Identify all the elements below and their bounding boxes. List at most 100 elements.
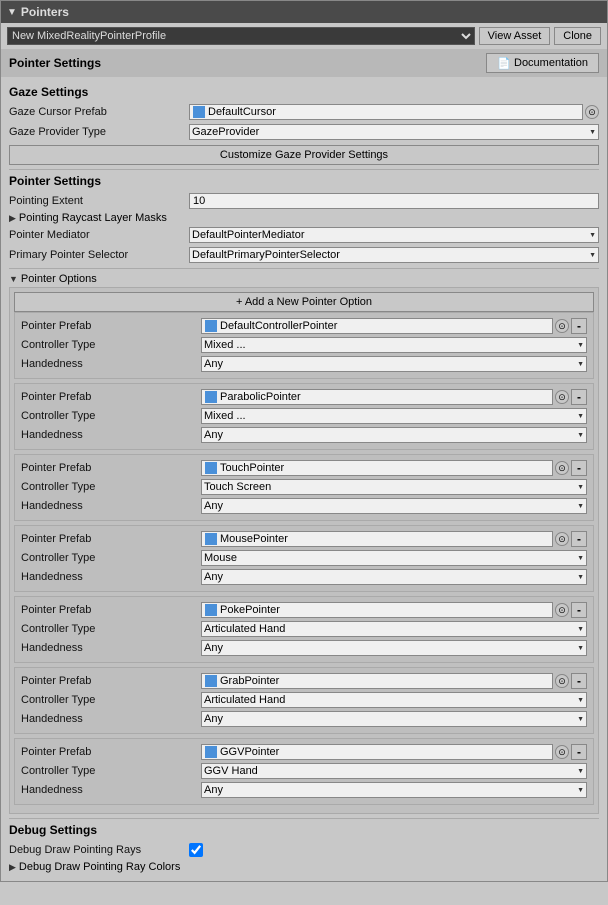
raycast-triangle: ▶ bbox=[9, 213, 16, 224]
pointer-group-5-text: GrabPointer bbox=[220, 675, 549, 687]
pointer-group-5-controller-select[interactable]: Articulated Hand bbox=[201, 692, 587, 708]
pointer-options-title: Pointer Options bbox=[21, 273, 97, 285]
pointer-group-5-icon bbox=[205, 675, 217, 687]
pointer-group-0-prefab-obj[interactable]: DefaultControllerPointer bbox=[201, 318, 553, 334]
pointing-raycast-row[interactable]: ▶ Pointing Raycast Layer Masks bbox=[9, 212, 599, 224]
pointer-group-4-controller-wrapper: Articulated Hand bbox=[201, 621, 587, 637]
profile-select[interactable]: New MixedRealityPointerProfile bbox=[7, 27, 475, 45]
pointer-group-4-controller-select[interactable]: Articulated Hand bbox=[201, 621, 587, 637]
view-asset-button[interactable]: View Asset bbox=[479, 27, 551, 45]
pointer-group-0-controller-value: Mixed ... bbox=[201, 337, 587, 353]
pointer-group-0-handedness-select[interactable]: Any bbox=[201, 356, 587, 372]
gaze-cursor-select-btn[interactable]: ⊙ bbox=[585, 105, 599, 119]
gaze-cursor-prefab-value: DefaultCursor ⊙ bbox=[189, 104, 599, 120]
pointer-group-6-prefab-value: GGVPointer ⊙ - bbox=[201, 744, 587, 760]
gaze-cursor-prefab-obj[interactable]: DefaultCursor bbox=[189, 104, 583, 120]
pointer-group-1-remove-btn[interactable]: - bbox=[571, 389, 587, 405]
primary-pointer-selector-select[interactable]: DefaultPrimaryPointerSelector bbox=[189, 247, 599, 263]
pointer-group-1-icon bbox=[205, 391, 217, 403]
pointer-group-6-handedness-label: Handedness bbox=[21, 784, 201, 796]
pointer-group-0-circle-btn[interactable]: ⊙ bbox=[555, 319, 569, 333]
pointer-group-2-controller-select[interactable]: Touch Screen bbox=[201, 479, 587, 495]
pointer-group-5-handedness-label: Handedness bbox=[21, 713, 201, 725]
pointer-group-5-handedness-value: Any bbox=[201, 711, 587, 727]
pointer-group-1-controller-select[interactable]: Mixed ... bbox=[201, 408, 587, 424]
pointer-group-3-handedness-select[interactable]: Any bbox=[201, 569, 587, 585]
pointer-group-0-controller-select[interactable]: Mixed ... bbox=[201, 337, 587, 353]
pointer-group-0-remove-btn[interactable]: - bbox=[571, 318, 587, 334]
debug-draw-ray-colors-row[interactable]: ▶ Debug Draw Pointing Ray Colors bbox=[9, 861, 599, 873]
pointer-group-1-handedness-value: Any bbox=[201, 427, 587, 443]
customize-gaze-button[interactable]: Customize Gaze Provider Settings bbox=[9, 145, 599, 165]
pointer-group-6-prefab-obj[interactable]: GGVPointer bbox=[201, 744, 553, 760]
clone-button[interactable]: Clone bbox=[554, 27, 601, 45]
pointer-group-3-circle-btn[interactable]: ⊙ bbox=[555, 532, 569, 546]
pointer-group-0-text: DefaultControllerPointer bbox=[220, 320, 549, 332]
pointer-group-4-remove-btn[interactable]: - bbox=[571, 602, 587, 618]
pointer-group-2-handedness-wrapper: Any bbox=[201, 498, 587, 514]
pointer-group-2-remove-btn[interactable]: - bbox=[571, 460, 587, 476]
pointer-group-4-prefab-obj[interactable]: PokePointer bbox=[201, 602, 553, 618]
pointer-group-5-circle-btn[interactable]: ⊙ bbox=[555, 674, 569, 688]
pointing-extent-input[interactable] bbox=[189, 193, 599, 209]
documentation-button[interactable]: 📄 Documentation bbox=[486, 53, 599, 73]
pointer-group-6-icon bbox=[205, 746, 217, 758]
pointer-group-5-handedness-row: Handedness Any bbox=[21, 710, 587, 728]
pointer-group-5-controller-wrapper: Articulated Hand bbox=[201, 692, 587, 708]
pointer-group-2-handedness-row: Handedness Any bbox=[21, 497, 587, 515]
pointer-group-3: Pointer Prefab MousePointer ⊙ - Controll… bbox=[14, 525, 594, 592]
pointer-group-0-prefab-row: Pointer Prefab DefaultControllerPointer … bbox=[21, 317, 587, 335]
pointer-group-1-handedness-select[interactable]: Any bbox=[201, 427, 587, 443]
pointer-group-2-circle-btn[interactable]: ⊙ bbox=[555, 461, 569, 475]
pointer-group-1-controller-value: Mixed ... bbox=[201, 408, 587, 424]
pointer-group-4-controller-value: Articulated Hand bbox=[201, 621, 587, 637]
pointer-group-5-remove-btn[interactable]: - bbox=[571, 673, 587, 689]
gaze-provider-type-label: Gaze Provider Type bbox=[9, 126, 189, 138]
pointer-group-3-controller-select[interactable]: Mouse bbox=[201, 550, 587, 566]
pointer-group-0-controller-wrapper: Mixed ... bbox=[201, 337, 587, 353]
pointer-group-1-prefab-obj[interactable]: ParabolicPointer bbox=[201, 389, 553, 405]
pointer-options-collapse-row[interactable]: ▼ Pointer Options bbox=[9, 273, 599, 285]
gaze-provider-type-select[interactable]: GazeProvider bbox=[189, 124, 599, 140]
pointer-group-1-controller-wrapper: Mixed ... bbox=[201, 408, 587, 424]
pointer-group-0-icon bbox=[205, 320, 217, 332]
debug-draw-pointing-rays-row: Debug Draw Pointing Rays bbox=[9, 841, 599, 859]
divider-1 bbox=[9, 169, 599, 170]
pointer-group-3-handedness-wrapper: Any bbox=[201, 569, 587, 585]
pointer-group-5-handedness-select[interactable]: Any bbox=[201, 711, 587, 727]
pointer-group-6-circle-btn[interactable]: ⊙ bbox=[555, 745, 569, 759]
panel-header: ▼ Pointers bbox=[1, 1, 607, 23]
pointer-group-4-handedness-select[interactable]: Any bbox=[201, 640, 587, 656]
primary-pointer-selector-wrapper: DefaultPrimaryPointerSelector bbox=[189, 247, 599, 263]
pointer-group-1-prefab-row: Pointer Prefab ParabolicPointer ⊙ - bbox=[21, 388, 587, 406]
pointer-group-3-controller-label: Controller Type bbox=[21, 552, 201, 564]
pointer-group-3-handedness-label: Handedness bbox=[21, 571, 201, 583]
pointer-mediator-label: Pointer Mediator bbox=[9, 229, 189, 241]
pointer-group-6-remove-btn[interactable]: - bbox=[571, 744, 587, 760]
pointer-group-2-prefab-obj[interactable]: TouchPointer bbox=[201, 460, 553, 476]
pointer-group-2-handedness-select[interactable]: Any bbox=[201, 498, 587, 514]
add-pointer-button[interactable]: + Add a New Pointer Option bbox=[14, 292, 594, 312]
debug-draw-pointing-rays-checkbox[interactable] bbox=[189, 843, 203, 857]
pointer-group-1-circle-btn[interactable]: ⊙ bbox=[555, 390, 569, 404]
pointer-group-4-prefab-row: Pointer Prefab PokePointer ⊙ - bbox=[21, 601, 587, 619]
pointer-options-triangle: ▼ bbox=[9, 274, 18, 284]
pointer-group-3-prefab-row: Pointer Prefab MousePointer ⊙ - bbox=[21, 530, 587, 548]
panel-collapse-triangle[interactable]: ▼ bbox=[7, 7, 17, 18]
pointer-group-6-prefab-row: Pointer Prefab GGVPointer ⊙ - bbox=[21, 743, 587, 761]
pointer-group-6-handedness-select[interactable]: Any bbox=[201, 782, 587, 798]
pointer-group-4-handedness-wrapper: Any bbox=[201, 640, 587, 656]
doc-icon: 📄 bbox=[497, 57, 511, 70]
pointer-group-4-handedness-label: Handedness bbox=[21, 642, 201, 654]
pointer-group-4-handedness-value: Any bbox=[201, 640, 587, 656]
pointer-group-6-controller-select[interactable]: GGV Hand bbox=[201, 763, 587, 779]
pointer-group-4-circle-btn[interactable]: ⊙ bbox=[555, 603, 569, 617]
pointer-mediator-select[interactable]: DefaultPointerMediator bbox=[189, 227, 599, 243]
pointer-group-5-prefab-obj[interactable]: GrabPointer bbox=[201, 673, 553, 689]
pointer-group-0-handedness-row: Handedness Any bbox=[21, 355, 587, 373]
pointer-group-4-controller-label: Controller Type bbox=[21, 623, 201, 635]
pointer-group-2-handedness-value: Any bbox=[201, 498, 587, 514]
pointer-group-3-remove-btn[interactable]: - bbox=[571, 531, 587, 547]
pointer-group-3-prefab-obj[interactable]: MousePointer bbox=[201, 531, 553, 547]
pointer-mediator-row: Pointer Mediator DefaultPointerMediator bbox=[9, 226, 599, 244]
